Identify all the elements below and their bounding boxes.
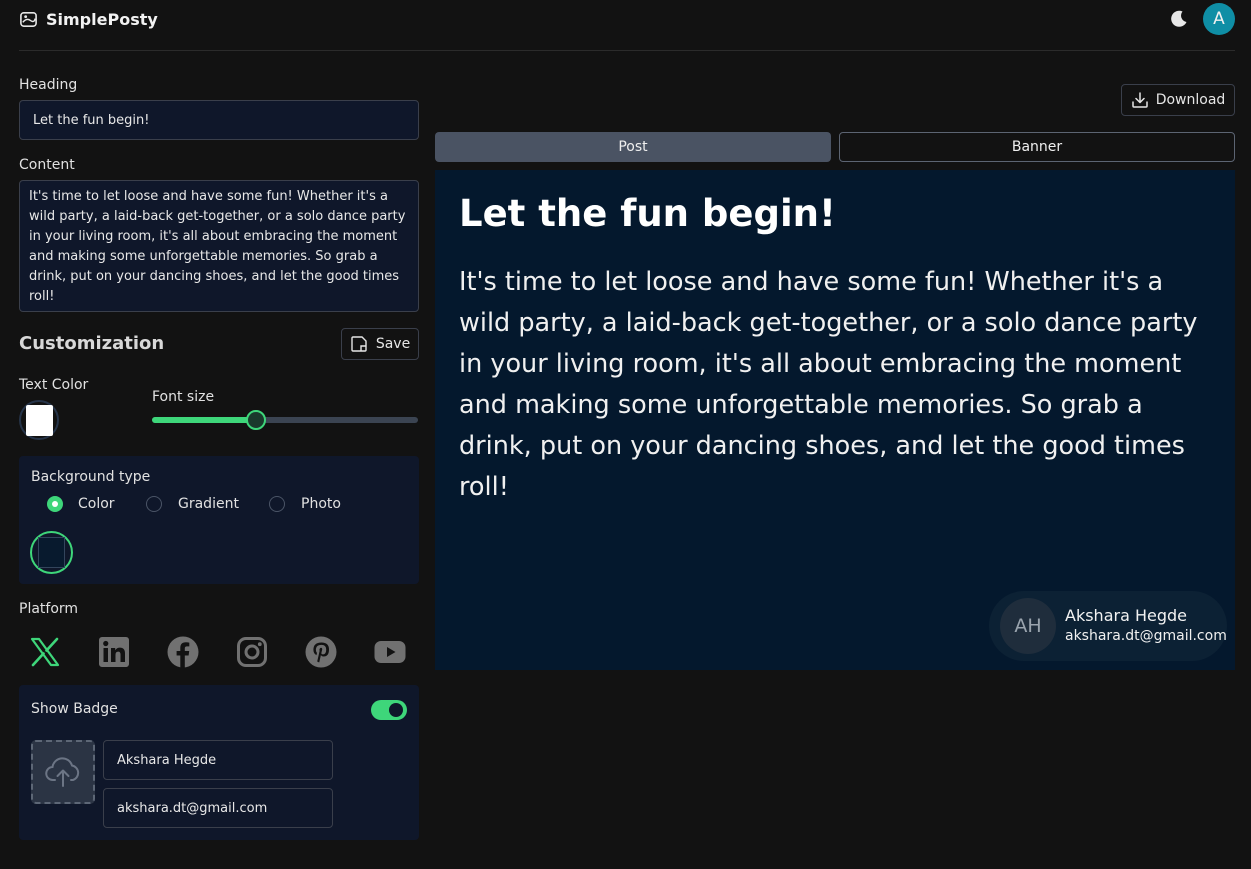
font-size-slider-thumb[interactable] xyxy=(246,410,266,430)
save-button[interactable]: Save xyxy=(341,328,419,360)
x-icon[interactable] xyxy=(29,636,61,668)
radio-photo[interactable] xyxy=(269,496,285,512)
instagram-icon[interactable] xyxy=(236,636,268,668)
download-button[interactable]: Download xyxy=(1121,84,1235,116)
background-option-photo[interactable]: Photo xyxy=(269,496,341,512)
badge-name: Akshara Hegde xyxy=(1065,606,1187,625)
tab-banner[interactable]: Banner xyxy=(839,132,1235,162)
cloud-upload-icon xyxy=(45,757,80,787)
moon-icon xyxy=(1171,10,1187,27)
background-type-label: Background type xyxy=(31,469,151,485)
background-color-picker[interactable] xyxy=(30,531,73,574)
radio-photo-label: Photo xyxy=(301,496,341,512)
text-color-label: Text Color xyxy=(19,377,89,393)
logo-icon xyxy=(20,11,37,27)
radio-color-label: Color xyxy=(78,496,115,512)
customization-title: Customization xyxy=(19,333,165,354)
badge-image-upload[interactable] xyxy=(31,740,95,804)
badge-email-input[interactable] xyxy=(103,788,333,828)
app-logo[interactable]: SimplePosty xyxy=(19,8,158,30)
post-preview-canvas: Let the fun begin! It's time to let loos… xyxy=(435,170,1235,670)
show-badge-label: Show Badge xyxy=(31,701,118,717)
linkedin-icon[interactable] xyxy=(98,636,130,668)
font-size-label: Font size xyxy=(152,389,215,405)
background-color-swatch xyxy=(38,537,65,568)
font-size-slider-fill xyxy=(152,417,256,423)
heading-input[interactable] xyxy=(19,100,419,140)
text-color-picker[interactable] xyxy=(19,400,59,440)
save-icon xyxy=(351,336,367,352)
download-icon xyxy=(1131,92,1148,108)
content-label: Content xyxy=(19,157,75,173)
user-avatar[interactable]: A xyxy=(1203,3,1235,35)
preview-heading: Let the fun begin! xyxy=(459,192,836,235)
pinterest-icon[interactable] xyxy=(305,636,337,668)
content-textarea[interactable] xyxy=(19,180,419,312)
background-option-color[interactable]: Color xyxy=(47,496,115,512)
preview-author-badge: AH Akshara Hegde akshara.dt@gmail.com xyxy=(989,591,1227,661)
radio-gradient[interactable] xyxy=(146,496,162,512)
facebook-icon[interactable] xyxy=(167,636,199,668)
platform-label: Platform xyxy=(19,601,79,617)
header-divider xyxy=(19,50,1235,51)
save-button-label: Save xyxy=(375,336,411,352)
badge-email: akshara.dt@gmail.com xyxy=(1065,628,1227,644)
download-button-label: Download xyxy=(1155,92,1226,108)
tab-post[interactable]: Post xyxy=(435,132,831,162)
youtube-icon[interactable] xyxy=(374,636,406,668)
app-title: SimplePosty xyxy=(46,9,158,29)
theme-toggle-button[interactable] xyxy=(1166,6,1192,32)
show-badge-toggle-knob xyxy=(389,703,403,717)
text-color-swatch xyxy=(25,404,53,436)
badge-avatar: AH xyxy=(1000,598,1056,654)
radio-color[interactable] xyxy=(47,496,63,512)
badge-name-input[interactable] xyxy=(103,740,333,780)
heading-label: Heading xyxy=(19,77,78,93)
badge-text: Akshara Hegde akshara.dt@gmail.com xyxy=(1065,606,1227,646)
background-option-gradient[interactable]: Gradient xyxy=(146,496,239,512)
radio-gradient-label: Gradient xyxy=(178,496,239,512)
preview-body: It's time to let loose and have some fun… xyxy=(459,267,1198,502)
